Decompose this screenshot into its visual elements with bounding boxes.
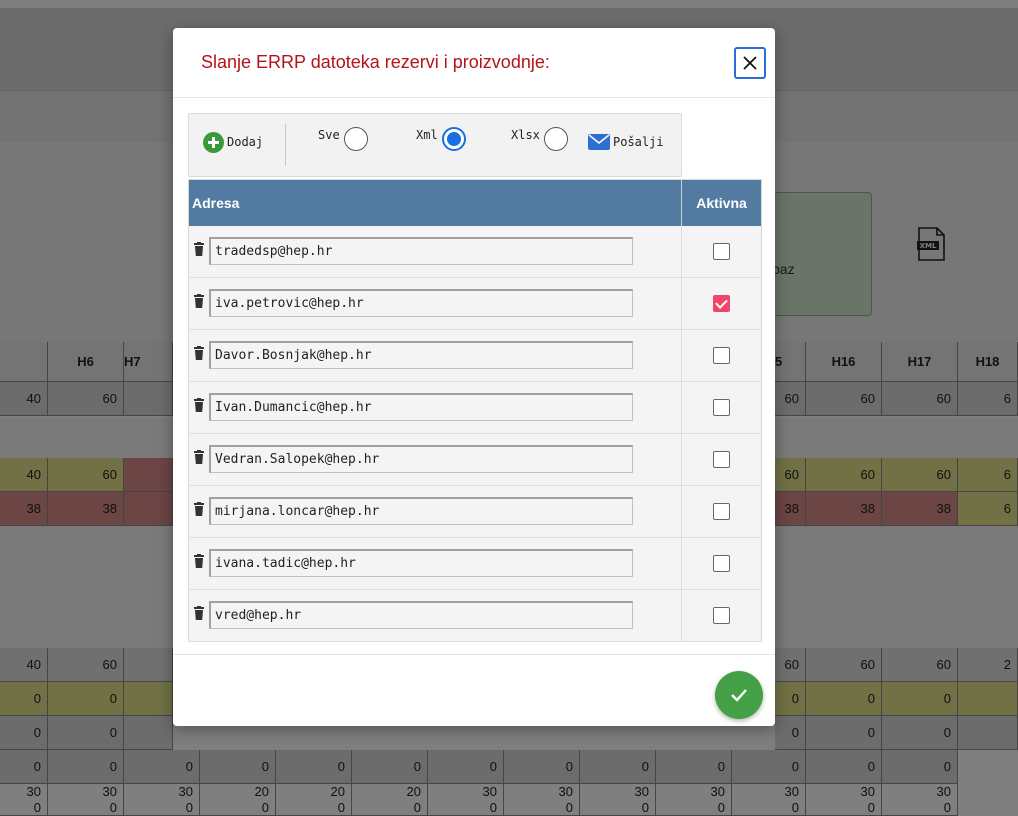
dialog-footer-divider bbox=[173, 654, 775, 655]
recipients-table-body bbox=[188, 225, 762, 642]
active-cell bbox=[681, 485, 762, 538]
trash-icon[interactable] bbox=[194, 554, 204, 568]
table-row bbox=[188, 537, 762, 590]
active-checkbox[interactable] bbox=[713, 502, 731, 520]
column-header-active[interactable]: Aktivna bbox=[681, 179, 762, 226]
trash-icon[interactable] bbox=[194, 241, 204, 256]
address-cell bbox=[188, 433, 682, 486]
add-button[interactable]: Dodaj bbox=[203, 130, 263, 154]
table-row bbox=[188, 589, 762, 642]
radio-all-control[interactable] bbox=[343, 127, 368, 151]
address-cell bbox=[188, 277, 682, 330]
table-row bbox=[188, 329, 762, 382]
active-cell bbox=[681, 381, 762, 434]
table-row bbox=[188, 433, 762, 486]
close-button[interactable] bbox=[734, 47, 766, 79]
trash-icon[interactable] bbox=[194, 450, 204, 464]
active-checkbox[interactable] bbox=[713, 450, 731, 468]
trash-icon[interactable] bbox=[194, 606, 204, 620]
email-field[interactable] bbox=[209, 236, 633, 265]
close-icon bbox=[743, 56, 757, 70]
radio-xlsx-label: Xlsx bbox=[511, 128, 540, 142]
confirm-button[interactable] bbox=[715, 671, 763, 719]
active-cell bbox=[681, 225, 762, 278]
address-cell bbox=[188, 537, 682, 590]
envelope-icon bbox=[588, 134, 610, 150]
email-field[interactable] bbox=[209, 601, 633, 629]
active-cell bbox=[681, 329, 762, 382]
active-checkbox[interactable] bbox=[713, 346, 731, 364]
add-button-label: Dodaj bbox=[227, 135, 264, 149]
table-row bbox=[188, 225, 762, 278]
trash-icon[interactable] bbox=[194, 346, 204, 360]
plus-circle-icon bbox=[203, 131, 224, 153]
active-cell bbox=[681, 277, 762, 330]
trash-icon[interactable] bbox=[194, 502, 204, 516]
table-row bbox=[188, 381, 762, 434]
table-header-row: Adresa Aktivna bbox=[188, 179, 762, 226]
radio-xlsx-control[interactable] bbox=[543, 127, 568, 151]
email-field[interactable] bbox=[209, 549, 633, 577]
email-field[interactable] bbox=[209, 393, 633, 421]
radio-xlsx[interactable]: Xlsx bbox=[511, 126, 568, 152]
trash-icon[interactable] bbox=[194, 294, 204, 308]
toolbar-divider bbox=[285, 124, 286, 166]
check-icon bbox=[731, 689, 747, 702]
email-field[interactable] bbox=[209, 445, 633, 473]
table-row bbox=[188, 277, 762, 330]
active-cell bbox=[681, 433, 762, 486]
address-cell bbox=[188, 329, 682, 382]
address-cell bbox=[188, 225, 682, 278]
recipients-table: Adresa Aktivna bbox=[188, 179, 762, 642]
address-cell bbox=[188, 381, 682, 434]
address-cell bbox=[188, 589, 682, 642]
active-checkbox[interactable] bbox=[713, 398, 731, 416]
active-checkbox[interactable] bbox=[713, 242, 731, 260]
dialog-header: Slanje ERRP datoteka rezervi i proizvodn… bbox=[173, 28, 775, 98]
send-errp-dialog: Slanje ERRP datoteka rezervi i proizvodn… bbox=[173, 28, 775, 726]
send-button[interactable]: Pošalji bbox=[588, 130, 664, 154]
radio-xml-label: Xml bbox=[416, 128, 438, 142]
radio-all[interactable]: Sve bbox=[318, 126, 368, 152]
trash-icon[interactable] bbox=[194, 398, 204, 412]
active-checkbox[interactable] bbox=[713, 294, 731, 312]
dialog-title: Slanje ERRP datoteka rezervi i proizvodn… bbox=[201, 52, 550, 72]
dialog-toolbar: Dodaj Sve Xml Xlsx Pošalji bbox=[188, 113, 682, 177]
active-checkbox[interactable] bbox=[713, 554, 731, 572]
radio-all-label: Sve bbox=[318, 128, 340, 142]
active-cell bbox=[681, 537, 762, 590]
column-header-address[interactable]: Adresa bbox=[188, 179, 682, 226]
send-button-label: Pošalji bbox=[613, 135, 664, 149]
email-field[interactable] bbox=[209, 497, 633, 525]
radio-xml-control[interactable] bbox=[441, 127, 466, 151]
address-cell bbox=[188, 485, 682, 538]
radio-xml[interactable]: Xml bbox=[416, 126, 466, 152]
active-checkbox[interactable] bbox=[713, 606, 731, 624]
table-row bbox=[188, 485, 762, 538]
email-field[interactable] bbox=[209, 341, 633, 369]
active-cell bbox=[681, 589, 762, 642]
email-field[interactable] bbox=[209, 289, 633, 317]
